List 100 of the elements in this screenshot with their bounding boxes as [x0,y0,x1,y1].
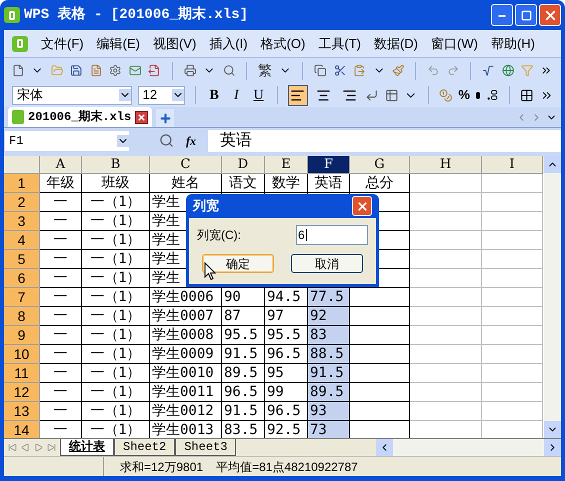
percent-button[interactable]: % [458,85,470,105]
column-header[interactable]: B [82,156,150,174]
row-header[interactable]: 7 [4,288,40,307]
column-header[interactable]: G [350,156,410,174]
zoom-icon[interactable] [159,133,174,148]
menu-item[interactable]: 窗口(W) [431,34,478,54]
menu-item[interactable]: 数据(D) [374,34,418,54]
column-header[interactable]: I [482,156,543,174]
style-button[interactable]: B [206,84,222,106]
row-header[interactable]: 12 [4,383,40,402]
scroll-up-button[interactable] [544,156,561,173]
formula-icon[interactable] [482,63,495,78]
close-icon[interactable] [135,110,148,124]
dialog-button[interactable]: 确定 [202,254,274,273]
table-cell: 一（1） [82,231,150,250]
table-cell [410,402,482,421]
comma-icon[interactable] [476,92,480,98]
decimal-icon[interactable] [486,88,500,102]
table-cell: 一（1） [82,402,150,421]
table-cell: 一（1） [82,288,150,307]
table-cell: 一（1） [82,269,150,288]
convert-button[interactable]: 繁 [258,60,272,81]
row-header[interactable]: 8 [4,307,40,326]
table-cell: 一 [40,231,82,250]
row-header[interactable]: 9 [4,326,40,345]
row-header[interactable]: 2 [4,193,40,212]
scroll-down-button[interactable] [544,421,561,438]
plus-icon [158,112,172,124]
formula-field[interactable]: 英语 [208,130,561,152]
align-left-icon[interactable] [288,84,308,106]
prev-sheet-icon[interactable] [21,443,30,452]
column-header[interactable]: D [222,156,265,174]
dialog-button[interactable]: 取消 [291,254,363,273]
table-cell [482,326,543,345]
new-file-icon[interactable] [12,63,24,78]
border-icon[interactable] [520,88,534,102]
table-cell: 一 [40,193,82,212]
style-button[interactable]: I [228,84,244,106]
column-header[interactable]: F [308,156,350,174]
row-header[interactable]: 11 [4,364,40,383]
caret-icon [117,134,129,146]
table-cell: 一（1） [82,193,150,212]
next-sheet-icon[interactable] [34,443,43,452]
column-header[interactable]: A [40,156,82,174]
paste-icon[interactable] [353,63,366,78]
horizontal-scrollbar[interactable] [376,439,561,456]
column-header[interactable]: C [150,156,222,174]
menu-item[interactable]: 插入(I) [209,34,248,54]
column-header[interactable]: H [410,156,482,174]
printer-icon[interactable] [184,63,196,78]
last-sheet-icon[interactable] [47,443,56,452]
first-sheet-icon[interactable] [8,443,17,452]
maximize-button[interactable] [515,4,537,26]
row-header[interactable]: 6 [4,269,40,288]
copy-icon[interactable] [314,63,327,78]
row-header[interactable]: 1 [4,174,40,193]
sheet-tab[interactable]: 统计表 [60,439,114,456]
currency-icon[interactable] [438,88,452,102]
menu-item[interactable]: 视图(V) [152,34,196,54]
font-dropdown[interactable]: 宋体 [12,86,132,104]
save-icon[interactable] [70,63,83,78]
preview-icon[interactable] [222,63,235,78]
table-cell: 91.5 [308,364,350,383]
menu-item[interactable]: 编辑(E) [96,34,140,54]
merge-icon[interactable] [384,88,398,102]
scroll-left-button[interactable] [376,439,393,456]
minimize-button[interactable] [491,4,513,26]
table-cell: 班级 [82,174,150,193]
document-tab[interactable]: 201006_期末.xls [8,107,152,127]
row-header[interactable]: 5 [4,250,40,269]
menu-item[interactable]: 工具(T) [318,34,361,54]
table-cell [410,364,482,383]
new-tab-button[interactable] [156,109,174,127]
close-button[interactable] [352,196,372,216]
style-button[interactable]: U [250,84,267,106]
width-field[interactable]: 6 [296,225,368,245]
row-header[interactable]: 14 [4,421,40,438]
menu-item[interactable]: 帮助(H) [490,34,535,54]
row-header[interactable]: 13 [4,402,40,421]
menu-item[interactable]: 格式(O) [260,34,306,54]
cut-icon[interactable] [334,63,346,78]
sheet-tab[interactable]: Sheet3 [175,439,236,456]
wrap-icon[interactable] [365,88,379,102]
brush-icon[interactable] [392,63,404,78]
size-dropdown[interactable]: 12 [138,86,186,104]
close-button[interactable] [539,4,561,26]
function-button[interactable]: fx [186,132,196,150]
globe-icon[interactable] [502,63,514,78]
vertical-scrollbar[interactable] [544,156,561,438]
menu-item[interactable]: 文件(F) [41,34,84,54]
row-header[interactable]: 10 [4,345,40,364]
row-header[interactable]: 4 [4,231,40,250]
gear-icon[interactable] [109,63,122,78]
scroll-right-button[interactable] [544,439,561,456]
document-icon[interactable] [90,63,102,78]
mail-icon[interactable] [128,63,142,78]
row-header[interactable]: 3 [4,212,40,231]
export-icon[interactable] [148,63,161,78]
sheet-tab[interactable]: Sheet2 [114,439,176,456]
name-box[interactable]: F1 [5,130,129,150]
